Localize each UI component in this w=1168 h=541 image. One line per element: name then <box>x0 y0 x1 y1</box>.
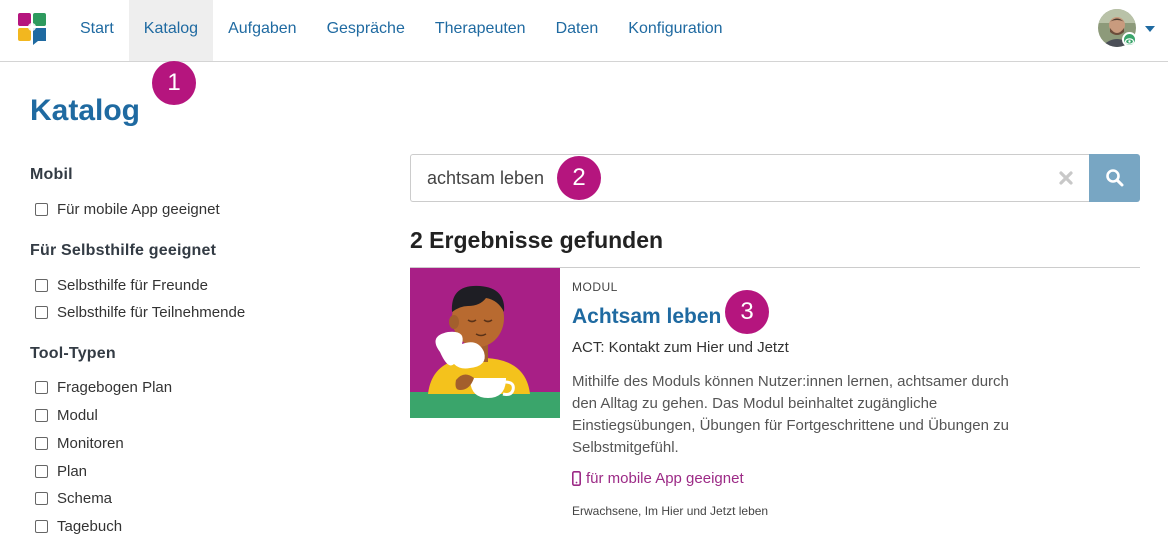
filter-heading-mobil: Mobil <box>30 166 73 183</box>
nav-item-therapeuten[interactable]: Therapeuten <box>420 0 541 61</box>
nav-item-katalog[interactable]: Katalog <box>128 0 214 61</box>
app-logo-icon[interactable] <box>17 12 47 46</box>
filter-option-label: Für mobile App geeignet <box>57 200 220 218</box>
result-kind-label: MODUL <box>572 280 618 294</box>
checkbox[interactable] <box>35 380 48 394</box>
checkbox[interactable] <box>35 519 48 533</box>
callout-marker-3: 3 <box>725 290 769 334</box>
filter-option-label: Selbsthilfe für Teilnehmende <box>57 303 246 321</box>
search-input-value: achtsam leben <box>427 168 545 188</box>
filter-option-tagebuch[interactable]: Tagebuch <box>35 516 122 536</box>
checkbox[interactable] <box>35 202 48 216</box>
checkbox[interactable] <box>35 278 48 292</box>
results-count: 2 Ergebnisse gefunden <box>410 227 664 253</box>
search-button[interactable] <box>1089 154 1140 202</box>
nav-item-aufgaben[interactable]: Aufgaben <box>213 0 312 61</box>
filter-option-fragebogen-plan[interactable]: Fragebogen Plan <box>35 377 172 397</box>
filter-option-selbsthilfe-teilnehmende[interactable]: Selbsthilfe für Teilnehmende <box>35 302 245 322</box>
filter-option-mobile-app[interactable]: Für mobile App geeignet <box>35 199 220 219</box>
filter-option-label: Modul <box>57 406 98 424</box>
filter-option-label: Schema <box>57 489 113 507</box>
mobile-app-badge-label: für mobile App geeignet <box>586 470 744 487</box>
search-input[interactable]: achtsam leben <box>410 154 1089 202</box>
filter-option-selbsthilfe-freunde[interactable]: Selbsthilfe für Freunde <box>35 275 208 295</box>
filter-option-modul[interactable]: Modul <box>35 405 98 425</box>
result-description: Mithilfe des Moduls können Nutzer:innen … <box>572 373 1009 456</box>
nav-item-start[interactable]: Start <box>65 0 129 61</box>
page-title: Katalog <box>30 94 141 127</box>
filter-option-label: Selbsthilfe für Freunde <box>57 276 208 294</box>
clear-search-icon[interactable] <box>1057 169 1075 187</box>
checkbox[interactable] <box>35 491 48 505</box>
filter-option-label: Monitoren <box>57 434 124 452</box>
filter-option-schema[interactable]: Schema <box>35 488 112 508</box>
main-nav: Start Katalog Aufgaben Gespräche Therape… <box>65 0 738 61</box>
checkbox[interactable] <box>35 408 48 422</box>
filter-option-label: Fragebogen Plan <box>57 378 173 396</box>
filter-heading-tool-typen: Tool-Typen <box>30 345 116 362</box>
filter-heading-selbsthilfe: Für Selbsthilfe geeignet <box>30 242 217 259</box>
filter-option-label: Tagebuch <box>57 517 123 535</box>
nav-item-konfiguration[interactable]: Konfiguration <box>613 0 737 61</box>
eye-badge-icon <box>1122 32 1137 47</box>
search-icon <box>1106 169 1124 187</box>
callout-marker-2: 2 <box>557 156 601 200</box>
result-subtitle: ACT: Kontakt zum Hier und Jetzt <box>572 339 789 356</box>
callout-marker-1: 1 <box>152 61 196 105</box>
result-title-link[interactable]: Achtsam leben <box>572 305 721 329</box>
checkbox[interactable] <box>35 305 48 319</box>
filter-option-label: Plan <box>57 462 88 480</box>
nav-item-gespraeche[interactable]: Gespräche <box>312 0 420 61</box>
checkbox[interactable] <box>35 436 48 450</box>
mobile-app-badge: für mobile App geeignet <box>572 470 744 487</box>
checkbox[interactable] <box>35 464 48 478</box>
filter-option-plan[interactable]: Plan <box>35 461 87 481</box>
nav-item-daten[interactable]: Daten <box>541 0 614 61</box>
user-menu-chevron-down-icon[interactable] <box>1145 26 1155 32</box>
module-thumbnail-image[interactable] <box>410 268 560 418</box>
filter-option-monitoren[interactable]: Monitoren <box>35 433 124 453</box>
result-tags: Erwachsene, Im Hier und Jetzt leben <box>572 504 769 518</box>
top-navbar: Start Katalog Aufgaben Gespräche Therape… <box>0 0 1168 62</box>
mobile-phone-icon <box>572 471 581 486</box>
